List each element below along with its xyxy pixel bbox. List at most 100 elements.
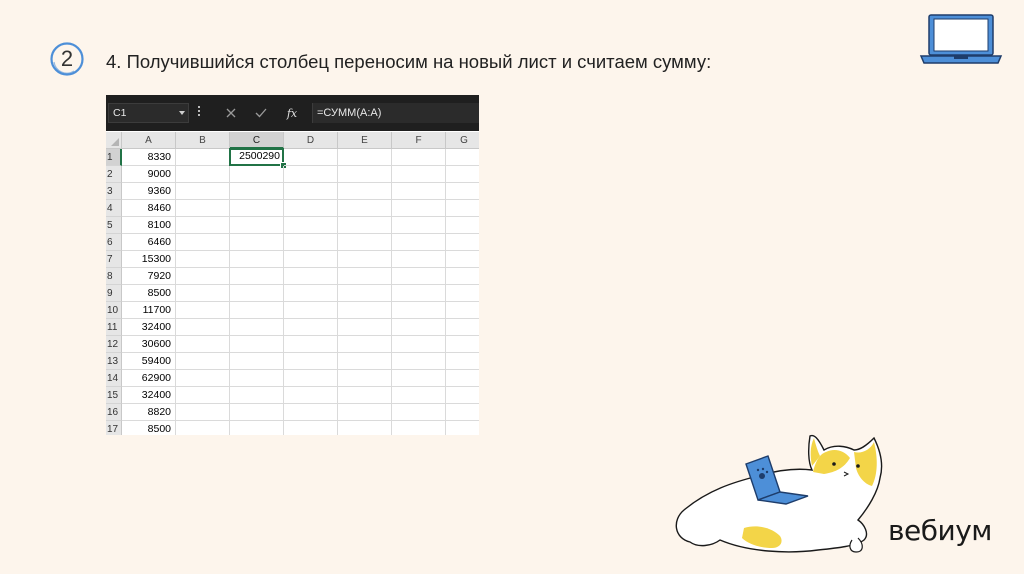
cell-d13[interactable] [284,353,338,370]
cell-d9[interactable] [284,285,338,302]
row-header-14[interactable]: 14 [106,370,122,387]
row-header-6[interactable]: 6 [106,234,122,251]
cell-f8[interactable] [392,268,446,285]
check-icon[interactable] [252,103,270,123]
cell-b9[interactable] [176,285,230,302]
cell-c10[interactable] [230,302,284,319]
cell-a17[interactable]: 8500 [122,421,176,435]
cell-b4[interactable] [176,200,230,217]
cell-a16[interactable]: 8820 [122,404,176,421]
cell-g13[interactable] [446,353,479,370]
cell-b10[interactable] [176,302,230,319]
row-header-12[interactable]: 12 [106,336,122,353]
column-header-e[interactable]: E [338,132,392,149]
cell-e4[interactable] [338,200,392,217]
chevron-down-icon[interactable] [179,111,185,115]
cell-d5[interactable] [284,217,338,234]
cell-f4[interactable] [392,200,446,217]
cell-b8[interactable] [176,268,230,285]
cell-b1[interactable] [176,149,230,166]
cell-d10[interactable] [284,302,338,319]
cell-c1[interactable]: 2500290 [229,148,284,166]
cell-d17[interactable] [284,421,338,435]
cell-b14[interactable] [176,370,230,387]
cell-a12[interactable]: 30600 [122,336,176,353]
cell-f2[interactable] [392,166,446,183]
cell-f14[interactable] [392,370,446,387]
cell-c4[interactable] [230,200,284,217]
row-header-8[interactable]: 8 [106,268,122,285]
cell-f5[interactable] [392,217,446,234]
row-header-1[interactable]: 1 [106,149,122,166]
cell-g5[interactable] [446,217,479,234]
cell-f6[interactable] [392,234,446,251]
cell-f9[interactable] [392,285,446,302]
cell-b12[interactable] [176,336,230,353]
column-header-a[interactable]: A [122,132,176,149]
name-box[interactable]: C1 [108,103,189,123]
cell-f1[interactable] [392,149,446,166]
cell-b5[interactable] [176,217,230,234]
cell-c13[interactable] [230,353,284,370]
cell-d3[interactable] [284,183,338,200]
cell-g4[interactable] [446,200,479,217]
cell-e12[interactable] [338,336,392,353]
cell-a4[interactable]: 8460 [122,200,176,217]
cell-b7[interactable] [176,251,230,268]
cell-d12[interactable] [284,336,338,353]
cell-c17[interactable] [230,421,284,435]
cell-e3[interactable] [338,183,392,200]
column-header-b[interactable]: B [176,132,230,149]
cell-g2[interactable] [446,166,479,183]
cell-a3[interactable]: 9360 [122,183,176,200]
cell-f13[interactable] [392,353,446,370]
cell-c3[interactable] [230,183,284,200]
cell-f15[interactable] [392,387,446,404]
row-header-3[interactable]: 3 [106,183,122,200]
cell-e16[interactable] [338,404,392,421]
cell-b3[interactable] [176,183,230,200]
cell-b17[interactable] [176,421,230,435]
cell-d16[interactable] [284,404,338,421]
cell-g16[interactable] [446,404,479,421]
cell-e11[interactable] [338,319,392,336]
cell-c12[interactable] [230,336,284,353]
cell-b13[interactable] [176,353,230,370]
row-header-7[interactable]: 7 [106,251,122,268]
cell-a14[interactable]: 62900 [122,370,176,387]
cell-f3[interactable] [392,183,446,200]
cell-f7[interactable] [392,251,446,268]
cell-c16[interactable] [230,404,284,421]
select-all-button[interactable] [106,132,122,149]
cell-e9[interactable] [338,285,392,302]
row-header-16[interactable]: 16 [106,404,122,421]
cell-f10[interactable] [392,302,446,319]
cell-e2[interactable] [338,166,392,183]
cell-d8[interactable] [284,268,338,285]
row-header-9[interactable]: 9 [106,285,122,302]
cell-g10[interactable] [446,302,479,319]
cell-c14[interactable] [230,370,284,387]
formula-bar-grip[interactable] [198,106,201,118]
row-header-5[interactable]: 5 [106,217,122,234]
close-icon[interactable] [222,103,240,123]
cell-f17[interactable] [392,421,446,435]
cell-g14[interactable] [446,370,479,387]
cell-c9[interactable] [230,285,284,302]
cell-d11[interactable] [284,319,338,336]
cell-e8[interactable] [338,268,392,285]
cell-a1[interactable]: 8330 [122,149,176,166]
cell-d7[interactable] [284,251,338,268]
cell-d6[interactable] [284,234,338,251]
formula-input[interactable]: =СУММ(A:A) [312,103,479,123]
cell-g17[interactable] [446,421,479,435]
cell-d2[interactable] [284,166,338,183]
row-header-2[interactable]: 2 [106,166,122,183]
cell-g7[interactable] [446,251,479,268]
cell-g15[interactable] [446,387,479,404]
column-header-f[interactable]: F [392,132,446,149]
cell-e6[interactable] [338,234,392,251]
cell-c2[interactable] [230,166,284,183]
cell-g8[interactable] [446,268,479,285]
cell-g12[interactable] [446,336,479,353]
